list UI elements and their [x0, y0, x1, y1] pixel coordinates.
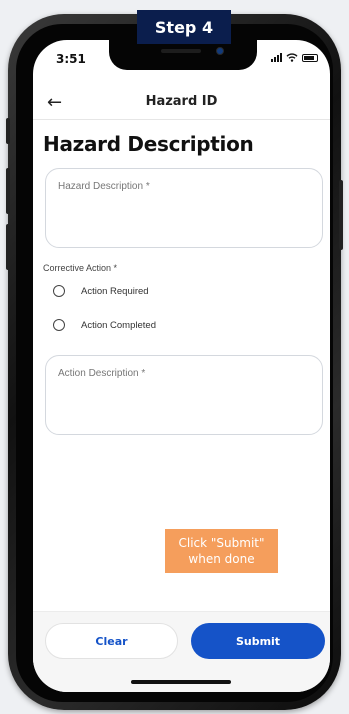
phone-screen: 3:51 ← Hazard ID Hazard Description Haza… — [33, 40, 330, 692]
hazard-description-label: Hazard Description * — [58, 181, 150, 192]
tip-line-2: when done — [188, 552, 255, 566]
volume-down-button — [6, 224, 10, 270]
header-title: Hazard ID — [145, 94, 218, 109]
app-header: ← Hazard ID — [33, 86, 330, 120]
home-indicator — [131, 680, 231, 684]
notch — [109, 40, 257, 70]
power-button — [339, 180, 343, 250]
clear-button[interactable]: Clear — [45, 623, 178, 659]
submit-button[interactable]: Submit — [191, 623, 325, 659]
radio-label: Action Completed — [81, 319, 156, 331]
radio-circle-icon[interactable] — [53, 319, 65, 331]
radio-action-required[interactable]: Action Required — [53, 285, 149, 297]
status-time: 3:51 — [56, 52, 86, 66]
page-title: Hazard Description — [43, 132, 254, 156]
step-badge: Step 4 — [137, 10, 231, 44]
tip-line-1: Click "Submit" — [178, 536, 265, 550]
status-icons — [271, 53, 318, 62]
radio-circle-icon[interactable] — [53, 285, 65, 297]
action-description-field[interactable]: Action Description * — [45, 355, 323, 435]
hazard-description-field[interactable]: Hazard Description * — [45, 168, 323, 248]
radio-action-completed[interactable]: Action Completed — [53, 319, 156, 331]
volume-up-button — [6, 168, 10, 214]
submit-tip-callout: Click "Submit" when done — [165, 529, 278, 573]
corrective-action-label: Corrective Action * — [43, 263, 118, 273]
wifi-icon — [286, 53, 298, 62]
camera — [216, 47, 224, 55]
speaker — [161, 49, 201, 53]
battery-icon — [302, 53, 318, 62]
radio-label: Action Required — [81, 285, 149, 297]
silent-switch — [6, 118, 10, 144]
action-description-label: Action Description * — [58, 368, 146, 379]
signal-icon — [271, 53, 282, 62]
